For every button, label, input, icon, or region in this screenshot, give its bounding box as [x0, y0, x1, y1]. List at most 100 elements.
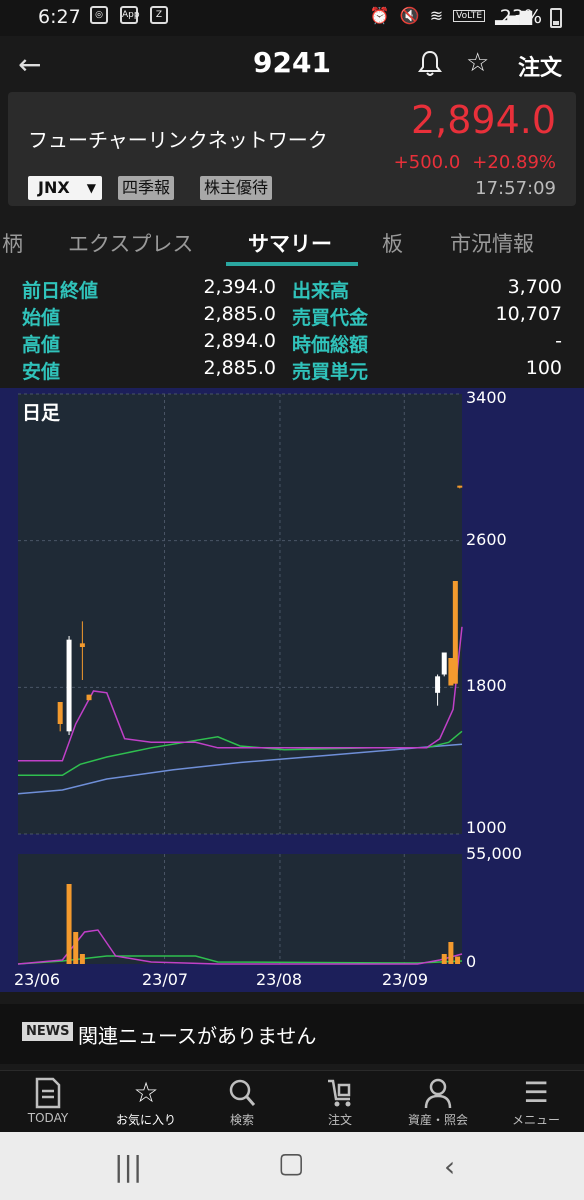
tab-board[interactable]: 板	[382, 228, 403, 258]
tab-summary[interactable]: サマリー	[248, 228, 332, 258]
volume-bar-2	[79, 954, 85, 964]
price-axis-label-3400: 3400	[466, 388, 507, 407]
open-value: 2,885.0	[203, 303, 276, 325]
today-icon	[8, 1077, 88, 1109]
company-name: フューチャーリンクネットワーク	[28, 128, 328, 152]
candle-body-6	[448, 658, 454, 686]
low-label: 安値	[22, 361, 61, 383]
battery-icon	[550, 8, 562, 28]
back-nav-icon[interactable]: ‹	[444, 1150, 455, 1183]
news-badge: NEWS	[22, 1022, 74, 1041]
turnover-value: 10,707	[495, 303, 562, 325]
recent-apps-icon[interactable]: |||	[114, 1150, 142, 1183]
nav-search-label: 検索	[229, 1113, 254, 1127]
app-icon: App	[120, 6, 140, 24]
high-value: 2,894.0	[203, 330, 276, 352]
open-label: 始値	[22, 307, 61, 329]
shareholder-benefit-button[interactable]: 株主優待	[200, 176, 273, 200]
volume-axis-label-zero: 0	[466, 952, 477, 971]
menu-icon: ☰	[523, 1076, 549, 1109]
candle-body-5	[441, 652, 447, 675]
top-app-bar: ← 9241 ☆ 注文	[0, 36, 584, 92]
price-axis-label-1000: 1000	[466, 818, 507, 837]
status-time: 6:27	[38, 6, 81, 28]
candle-body-0	[57, 702, 63, 724]
prev-close-label: 前日終値	[22, 280, 99, 302]
tab-market-info[interactable]: 市況情報	[450, 228, 534, 258]
change-amount: +500.0	[393, 152, 461, 173]
volume-axis-label-max: 55,000	[466, 844, 522, 863]
turnover-label: 売買代金	[292, 307, 369, 329]
tab-express[interactable]: エクスプレス	[68, 228, 193, 258]
nav-favorites[interactable]: ☆ お気に入り	[106, 1071, 186, 1133]
candle-body-3	[86, 694, 92, 701]
bell-icon[interactable]	[418, 50, 442, 78]
favorite-star-icon[interactable]: ☆	[466, 48, 489, 78]
market-cap-value: -	[555, 330, 562, 352]
z-app-icon: Z	[150, 6, 168, 24]
nav-assets[interactable]: 資産・照会	[398, 1071, 478, 1133]
news-section[interactable]: NEWS 関連ニュースがありません	[0, 1004, 584, 1064]
volume-plot-background	[18, 854, 462, 964]
nav-menu-label: メニュー	[511, 1113, 560, 1127]
trading-unit-label: 売買単元	[292, 361, 369, 383]
home-icon[interactable]: ▢	[278, 1146, 304, 1179]
market-cap-label: 時価総額	[292, 334, 369, 356]
nav-menu[interactable]: ☰ メニュー	[496, 1071, 576, 1133]
high-label: 高値	[22, 334, 61, 356]
status-left-icons: ◎ App Z	[90, 6, 168, 24]
status-bar: 6:27 ◎ App Z ⏰ 🔇 ≋ VoLTE ▂▄▆ 23%	[0, 0, 584, 36]
order-button[interactable]: 注文	[518, 50, 562, 82]
price-time: 17:57:09	[475, 178, 556, 199]
alarm-icon: ⏰	[369, 6, 390, 25]
volte-icon: VoLTE	[453, 9, 486, 22]
market-selector[interactable]: JNX ▼	[28, 176, 102, 200]
active-tab-indicator	[226, 262, 358, 266]
quarterly-report-button[interactable]: 四季報	[118, 176, 175, 200]
candle-body-4	[435, 676, 441, 693]
shield-icon: ◎	[90, 6, 108, 24]
system-navigation-bar: ||| ▢ ‹	[0, 1132, 584, 1200]
volume-bar-0	[66, 884, 72, 964]
volume-bar-4	[448, 942, 454, 964]
price-axis-label-1800: 1800	[466, 676, 507, 695]
market-label: JNX	[38, 178, 70, 197]
volume-value: 3,700	[507, 276, 562, 298]
volume-bar-3	[441, 954, 447, 964]
nav-today[interactable]: TODAY	[8, 1071, 88, 1133]
trading-unit-value: 100	[525, 357, 562, 379]
candle-body-7	[452, 581, 458, 684]
person-icon	[398, 1077, 478, 1109]
x-axis-label-0: 23/06	[14, 970, 61, 989]
cart-icon	[300, 1077, 380, 1109]
news-empty-message: 関連ニュースがありません	[78, 1024, 317, 1048]
price-chart[interactable]: 日足 3400 2600 1800 1000 55,000 0 23/06 23…	[0, 388, 584, 992]
change-percent: +20.89%	[472, 152, 556, 173]
x-axis-label-1: 23/07	[142, 970, 189, 989]
battery-percent: 23%	[499, 6, 542, 28]
mute-icon: 🔇	[399, 6, 420, 25]
summary-table: 前日終値 2,394.0 始値 2,885.0 高値 2,894.0 安値 2,…	[0, 274, 584, 384]
nav-order[interactable]: 注文	[300, 1071, 380, 1133]
wifi-icon: ≋	[429, 6, 444, 25]
nav-assets-label: 資産・照会	[407, 1113, 468, 1127]
tab-partial[interactable]: 柄	[2, 228, 23, 258]
nav-order-label: 注文	[327, 1113, 352, 1127]
volume-bar-5	[455, 956, 461, 964]
bottom-navigation: TODAY ☆ お気に入り 検索 注文 資産・照会 ☰ メニュー	[0, 1070, 584, 1132]
dropdown-triangle-icon: ▼	[86, 181, 96, 195]
current-price: 2,894.0	[410, 98, 556, 142]
price-axis-label-2600: 2600	[466, 530, 507, 549]
prev-close-value: 2,394.0	[203, 276, 276, 298]
candle-body-1	[66, 639, 72, 732]
volume-label: 出来高	[292, 280, 350, 302]
nav-today-label: TODAY	[27, 1111, 69, 1125]
x-axis-label-3: 23/09	[382, 970, 429, 989]
x-axis-label-2: 23/08	[256, 970, 303, 989]
low-value: 2,885.0	[203, 357, 276, 379]
candle-body-2	[79, 643, 85, 647]
nav-search[interactable]: 検索	[202, 1071, 282, 1133]
star-icon: ☆	[133, 1076, 159, 1109]
chart-period-label: 日足	[22, 402, 61, 424]
price-change: +500.0 +20.89%	[394, 152, 556, 173]
